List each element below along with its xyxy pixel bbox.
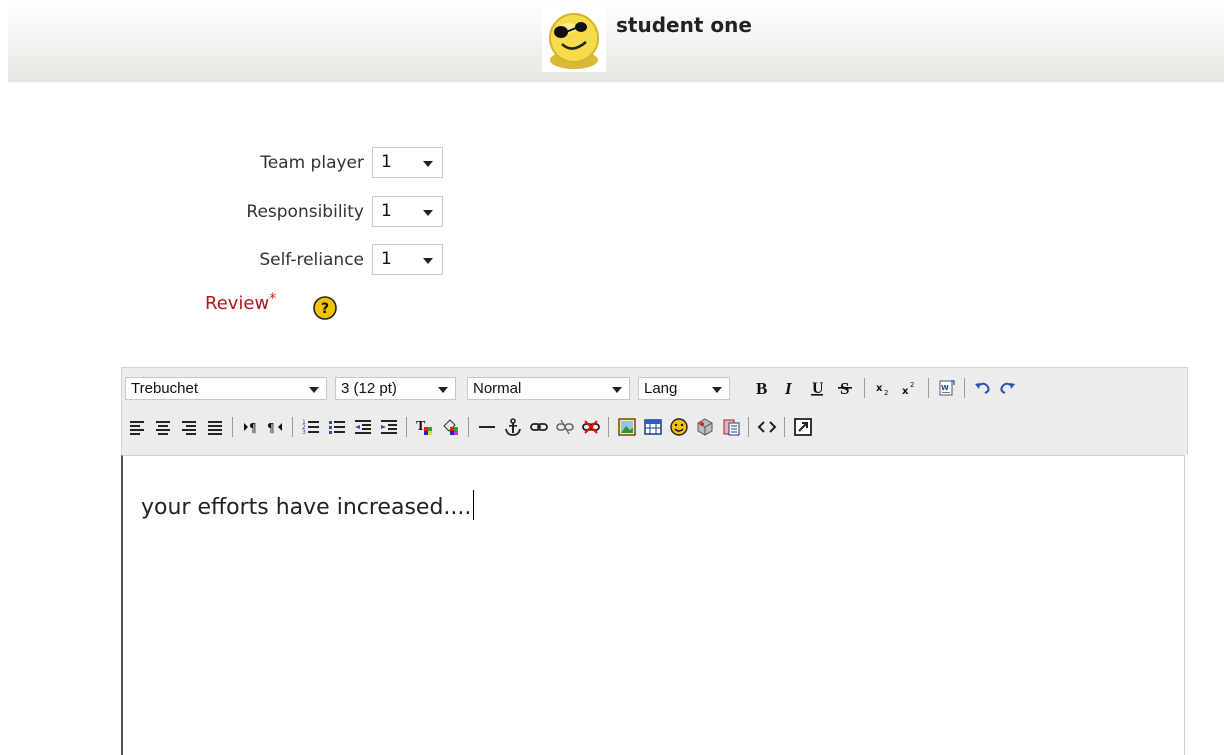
ltr-direction-icon[interactable]: ¶ — [240, 416, 262, 438]
align-right-icon[interactable] — [178, 416, 200, 438]
underline-button[interactable]: U — [806, 377, 828, 399]
svg-text:B: B — [756, 379, 767, 397]
team-player-select[interactable]: 1 — [372, 147, 443, 178]
subscript-button[interactable]: x2 — [872, 377, 894, 399]
outdent-icon[interactable] — [352, 416, 374, 438]
toolbar-separator — [232, 417, 233, 437]
rating-label: Team player — [260, 153, 364, 173]
student-name: student one — [616, 13, 752, 37]
help-icon[interactable]: ? — [313, 296, 337, 320]
html-source-icon[interactable] — [756, 416, 778, 438]
svg-text:¶: ¶ — [249, 421, 257, 435]
toolbar-separator — [608, 417, 609, 437]
chevron-down-icon — [423, 210, 433, 216]
toolbar-separator — [406, 417, 407, 437]
editor-toolbar: Trebuchet 3 (12 pt) Normal Lang B I U S … — [121, 367, 1188, 455]
review-editor[interactable]: your efforts have increased.... — [121, 455, 1185, 755]
bullet-list-icon[interactable] — [326, 416, 348, 438]
italic-button[interactable]: I — [778, 377, 800, 399]
svg-text:x: x — [902, 386, 909, 397]
undo-icon[interactable] — [972, 377, 994, 399]
toolbar-separator — [468, 417, 469, 437]
toolbar-separator — [864, 378, 865, 398]
strikethrough-button[interactable]: S — [834, 377, 856, 399]
justify-icon[interactable] — [204, 416, 226, 438]
svg-text:3: 3 — [302, 429, 306, 436]
toolbar-separator — [928, 378, 929, 398]
toolbar-separator — [748, 417, 749, 437]
text-color-icon[interactable]: T — [414, 416, 436, 438]
redo-icon[interactable] — [996, 377, 1018, 399]
svg-text:2: 2 — [884, 389, 888, 397]
toolbar-separator — [292, 417, 293, 437]
chevron-down-icon — [712, 387, 722, 393]
rating-row-team-player: Team player 1 — [150, 147, 450, 181]
rtl-direction-icon[interactable]: ¶ — [264, 416, 286, 438]
svg-text:¶: ¶ — [267, 421, 275, 435]
chevron-down-icon — [438, 387, 448, 393]
paste-from-word-icon[interactable] — [720, 416, 742, 438]
align-center-icon[interactable] — [152, 416, 174, 438]
font-size-select[interactable]: 3 (12 pt) — [335, 377, 456, 400]
no-link-icon[interactable] — [580, 416, 602, 438]
paste-word-icon[interactable]: W — [936, 377, 958, 399]
svg-text:W: W — [941, 384, 949, 392]
text-caret — [473, 490, 475, 520]
numbered-list-icon[interactable]: 123 — [300, 416, 322, 438]
svg-text:2: 2 — [910, 381, 914, 389]
editor-content: your efforts have increased.... — [141, 495, 472, 520]
insert-object-icon[interactable] — [694, 416, 716, 438]
required-marker: * — [269, 291, 277, 307]
language-select[interactable]: Lang — [638, 377, 730, 400]
chevron-down-icon — [309, 387, 319, 393]
indent-icon[interactable] — [378, 416, 400, 438]
rating-row-responsibility: Responsibility 1 — [150, 196, 450, 230]
superscript-button[interactable]: x2 — [898, 377, 920, 399]
self-reliance-select[interactable]: 1 — [372, 244, 443, 275]
responsibility-select[interactable]: 1 — [372, 196, 443, 227]
insert-table-icon[interactable] — [642, 416, 664, 438]
user-header: student one — [8, 0, 1224, 82]
chevron-down-icon — [423, 258, 433, 264]
rating-row-self-reliance: Self-reliance 1 — [150, 244, 450, 278]
smiley-sunglasses-icon — [542, 8, 606, 72]
align-left-icon[interactable] — [126, 416, 148, 438]
horizontal-rule-icon[interactable] — [476, 416, 498, 438]
rating-label: Responsibility — [246, 202, 364, 222]
toolbar-separator — [964, 378, 965, 398]
review-label: Review* — [205, 291, 277, 314]
insert-image-icon[interactable] — [616, 416, 638, 438]
format-select[interactable]: Normal — [467, 377, 630, 400]
font-family-select[interactable]: Trebuchet — [125, 377, 327, 400]
svg-text:x: x — [876, 383, 883, 394]
svg-text:I: I — [784, 379, 793, 397]
link-icon[interactable] — [528, 416, 550, 438]
svg-text:?: ? — [321, 301, 329, 317]
bold-button[interactable]: B — [750, 377, 772, 399]
chevron-down-icon — [612, 387, 622, 393]
toolbar-separator — [784, 417, 785, 437]
smiley-icon[interactable] — [668, 416, 690, 438]
fullscreen-icon[interactable] — [792, 416, 814, 438]
anchor-icon[interactable] — [502, 416, 524, 438]
rating-label: Self-reliance — [259, 250, 364, 270]
unlink-icon[interactable] — [554, 416, 576, 438]
background-color-icon[interactable] — [440, 416, 462, 438]
chevron-down-icon — [423, 161, 433, 167]
